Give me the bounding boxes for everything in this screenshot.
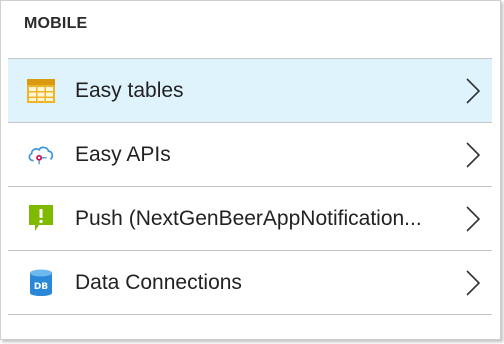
menu-item-label: Easy tables bbox=[75, 78, 184, 102]
menu-item-easy-apis[interactable]: Easy APIs bbox=[8, 123, 492, 187]
chevron-right-icon bbox=[464, 141, 482, 169]
menu-item-push[interactable]: Push (NextGenBeerAppNotification... bbox=[8, 187, 492, 251]
cloud-api-icon bbox=[27, 141, 55, 169]
menu-item-data-connections[interactable]: DB Data Connections bbox=[8, 251, 492, 315]
mobile-blade: MOBILE Easy tables Easy APIs Push (NextG… bbox=[0, 0, 501, 340]
chevron-right-icon bbox=[464, 77, 482, 105]
section-title: MOBILE bbox=[24, 15, 88, 32]
menu-item-label: Push (NextGenBeerAppNotification... bbox=[75, 206, 422, 230]
chevron-right-icon bbox=[464, 205, 482, 233]
table-icon bbox=[27, 77, 55, 105]
svg-text:DB: DB bbox=[34, 282, 48, 292]
database-icon: DB bbox=[27, 269, 55, 297]
menu-item-label: Data Connections bbox=[75, 270, 242, 294]
chevron-right-icon bbox=[464, 269, 482, 297]
mobile-menu: Easy tables Easy APIs Push (NextGenBeerA… bbox=[8, 58, 492, 315]
push-notification-icon bbox=[27, 204, 55, 233]
menu-item-label: Easy APIs bbox=[75, 142, 171, 166]
menu-item-easy-tables[interactable]: Easy tables bbox=[8, 59, 492, 123]
